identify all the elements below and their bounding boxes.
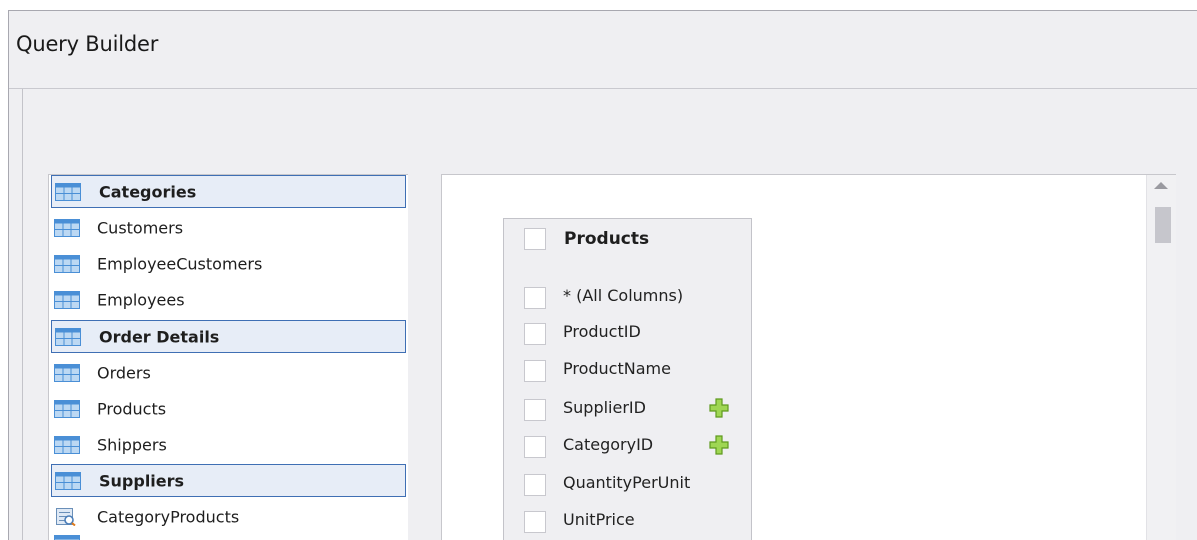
table-item-customers[interactable]: Customers bbox=[51, 211, 406, 244]
table-icon bbox=[54, 290, 80, 309]
table-icon bbox=[55, 471, 81, 490]
table-item-categories[interactable]: Categories bbox=[51, 175, 406, 208]
column-checkbox-productname[interactable] bbox=[524, 360, 546, 382]
table-item-order-details[interactable]: Order Details bbox=[51, 320, 406, 353]
column-label: SupplierID bbox=[563, 398, 646, 417]
scroll-up-arrow-icon[interactable] bbox=[1154, 182, 1168, 189]
column-label: ProductID bbox=[563, 322, 641, 341]
table-item-employees[interactable]: Employees bbox=[51, 283, 406, 316]
table-icon bbox=[54, 535, 80, 540]
table-icon bbox=[55, 327, 81, 346]
table-item-employeecustomers[interactable]: EmployeeCustomers bbox=[51, 247, 406, 280]
table-icon bbox=[54, 435, 80, 454]
scroll-thumb[interactable] bbox=[1155, 207, 1171, 243]
table-item-label: Customers bbox=[97, 218, 184, 237]
column-checkbox-unitprice[interactable] bbox=[524, 511, 546, 533]
column-label: CategoryID bbox=[563, 435, 654, 454]
column-label: * (All Columns) bbox=[563, 286, 684, 305]
view-icon bbox=[56, 507, 76, 526]
table-card-title: Products bbox=[564, 229, 650, 249]
table-item-label: Order Details bbox=[99, 327, 220, 346]
table-item-label: Categories bbox=[99, 182, 197, 201]
column-checkbox-quantityperunit[interactable] bbox=[524, 474, 546, 496]
column-label: UnitPrice bbox=[563, 510, 635, 529]
select-table-checkbox[interactable] bbox=[524, 228, 546, 250]
column-checkbox-categoryid[interactable] bbox=[524, 436, 546, 458]
column-checkbox-all-columns[interactable] bbox=[524, 287, 546, 309]
table-item-label: Shippers bbox=[97, 435, 167, 454]
add-join-plus-icon[interactable] bbox=[709, 398, 729, 418]
window-edge bbox=[1176, 175, 1197, 540]
tables-list[interactable]: Categories Customers EmployeeCustomers E… bbox=[48, 174, 408, 540]
table-item-label: CategoryProducts bbox=[97, 507, 240, 526]
column-checkbox-productid[interactable] bbox=[524, 323, 546, 345]
table-icon bbox=[54, 218, 80, 237]
column-label: QuantityPerUnit bbox=[563, 473, 691, 492]
table-item-label: EmployeeCustomers bbox=[97, 254, 263, 273]
table-item-label: Employees bbox=[97, 290, 185, 309]
table-item-products[interactable]: Products bbox=[51, 392, 406, 425]
table-icon bbox=[54, 254, 80, 273]
window-title: Query Builder bbox=[16, 32, 159, 56]
column-label: ProductName bbox=[563, 359, 671, 378]
table-item-shippers[interactable]: Shippers bbox=[51, 428, 406, 461]
table-icon bbox=[54, 363, 80, 382]
table-item-label: Products bbox=[97, 399, 167, 418]
table-item-suppliers[interactable]: Suppliers bbox=[51, 464, 406, 497]
table-icon bbox=[55, 182, 81, 201]
column-checkbox-supplierid[interactable] bbox=[524, 399, 546, 421]
table-item-categoryproducts[interactable]: CategoryProducts bbox=[51, 500, 406, 533]
table-item-label: Suppliers bbox=[99, 471, 185, 490]
table-item-orders[interactable]: Orders bbox=[51, 356, 406, 389]
table-icon bbox=[54, 399, 80, 418]
add-join-plus-icon[interactable] bbox=[709, 435, 729, 455]
table-item-label: Orders bbox=[97, 363, 151, 382]
